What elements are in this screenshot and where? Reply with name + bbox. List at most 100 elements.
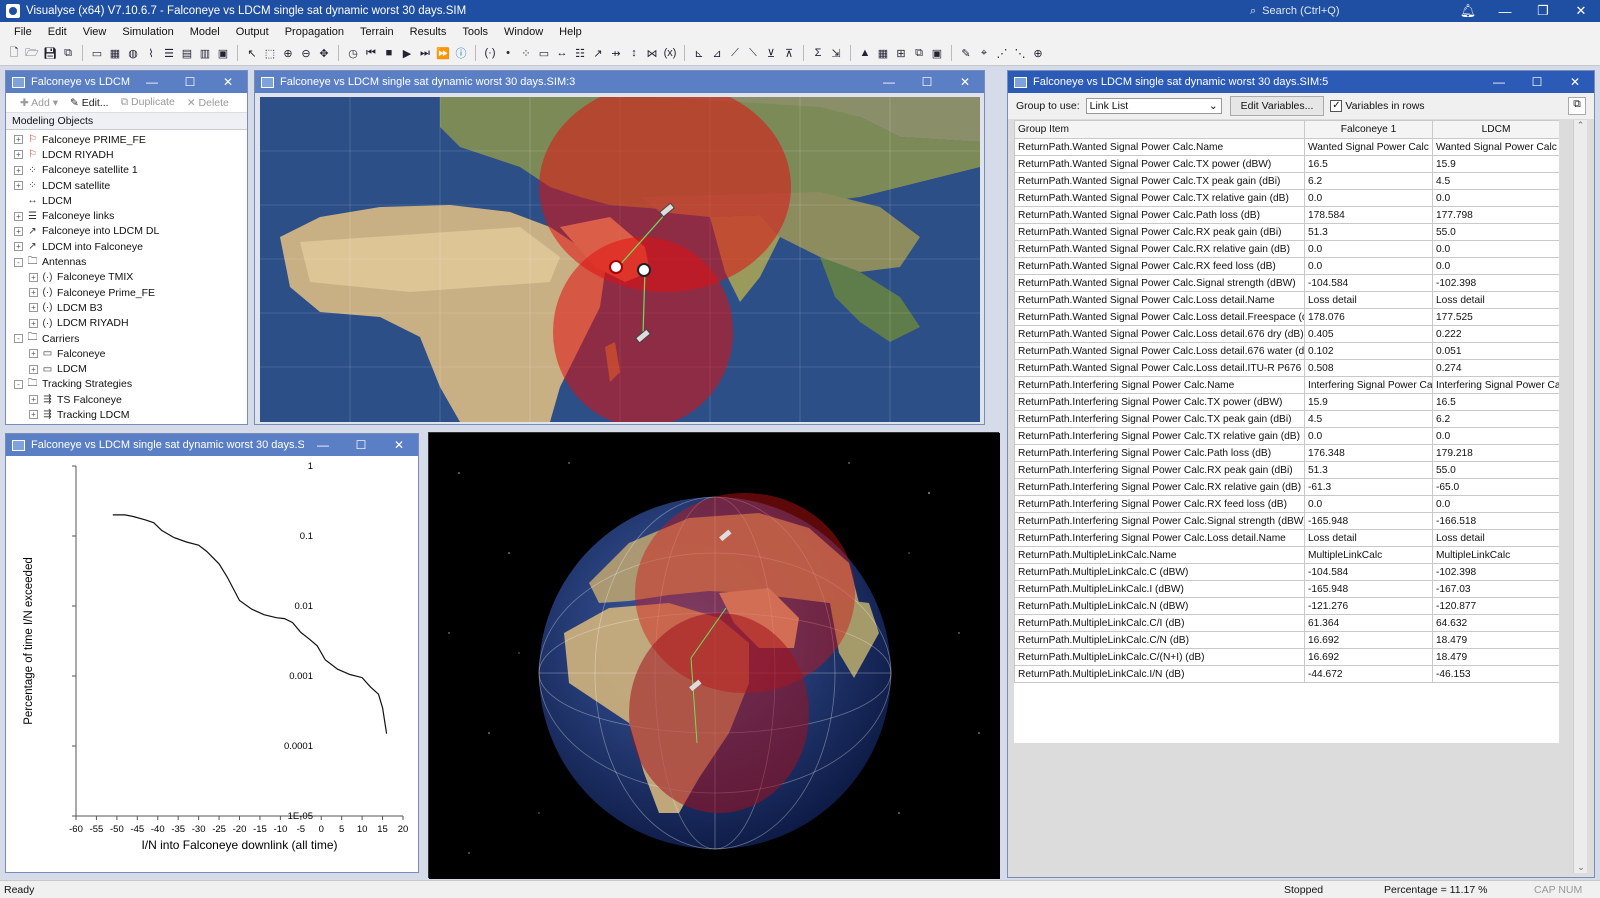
edit-button[interactable]: ✎ Edit... [70,97,109,109]
table-row[interactable]: ReturnPath.Wanted Signal Power Calc.Sign… [1014,274,1559,292]
save-icon[interactable]: 💾︎ [42,45,58,61]
table-row[interactable]: ReturnPath.Interfering Signal Power Calc… [1014,393,1559,411]
new-file-icon[interactable]: 🗋 [6,45,22,61]
tree-item[interactable]: + ⇶ TS Falconeye [6,392,247,407]
step-icon[interactable]: ⏭ [417,45,433,61]
table-row[interactable]: ReturnPath.Interfering Signal Power Calc… [1014,410,1559,428]
plot-tool-2-icon[interactable]: ⊿ [709,45,725,61]
plot-tool-1-icon[interactable]: ⊾ [691,45,707,61]
notification-bell-icon[interactable]: 🔔︎ [1450,3,1486,19]
expand-icon[interactable]: + [29,349,38,359]
table-row[interactable]: ReturnPath.MultipleLinkCalc.I (dBW) -165.… [1014,580,1559,598]
objects-window-titlebar[interactable]: Falconeye vs LDCM sin... — ☐ ✕ [6,71,247,93]
tree-item[interactable]: ↔ LDCM [6,193,247,208]
tree-item[interactable]: + (·) Falconeye TMIX [6,270,247,285]
play-icon[interactable]: ▶ [399,45,415,61]
link-tool-icon[interactable]: ↔ [554,45,570,61]
select-icon[interactable]: ⬚ [262,45,278,61]
expand-icon[interactable]: + [29,318,38,328]
tree-item[interactable]: - 🗀 Carriers [6,331,247,346]
close-button[interactable]: ✕ [1562,3,1600,19]
table-row[interactable]: ReturnPath.MultipleLinkCalc.C/(N+I) (dB)… [1014,648,1559,666]
clock-icon[interactable]: ◷ [345,45,361,61]
group-select[interactable]: Link List ⌄ [1085,98,1222,114]
close-icon[interactable]: ✕ [1556,75,1594,89]
column-header[interactable]: Falconeye 1 [1304,120,1433,139]
variable-tool-icon[interactable]: (x) [662,45,678,61]
vertical-scrollbar[interactable]: ⌃ ⌄ [1573,120,1587,873]
grid-icon[interactable]: ▦ [875,45,891,61]
tree-item[interactable]: + ▭ Falconeye [6,346,247,361]
maximize-icon[interactable]: ☐ [908,75,946,89]
window-icon[interactable]: ▭ [89,45,105,61]
menu-edit[interactable]: Edit [40,26,75,38]
menu-output[interactable]: Output [228,26,277,38]
table-row[interactable]: ReturnPath.MultipleLinkCalc.C (dBW) -104.… [1014,563,1559,581]
close-icon[interactable]: ✕ [209,75,247,89]
world-map[interactable] [260,97,980,422]
zoom-in-icon[interactable]: ⊕ [280,45,296,61]
table-row[interactable]: ReturnPath.Wanted Signal Power Calc.Loss… [1014,308,1559,326]
duplicate-button[interactable]: ⧉ Duplicate [121,96,175,109]
table-window-titlebar[interactable]: Falconeye vs LDCM single sat dynamic wor… [1008,71,1594,93]
path-tool-icon[interactable]: ⋈ [644,45,660,61]
tree-item[interactable]: + ⚐ LDCM RIYADH [6,147,247,162]
menu-tools[interactable]: Tools [454,26,496,38]
column-header[interactable]: LDCM [1432,120,1559,139]
watch-icon[interactable]: ▣ [215,45,231,61]
graph-view-icon[interactable]: ⌇ [143,45,159,61]
tool-c-icon[interactable]: ⋰ [994,45,1010,61]
table-row[interactable]: ReturnPath.Wanted Signal Power Calc.Path… [1014,206,1559,224]
tree-item[interactable]: - 🗀 Tracking Strategies [6,377,247,392]
window-tile-icon[interactable]: ⊞ [893,45,909,61]
links-tool-icon[interactable]: ☷ [572,45,588,61]
info-icon[interactable]: ⓘ [453,45,469,61]
window-cascade-icon[interactable]: ⧉ [911,45,927,61]
menu-model[interactable]: Model [182,26,228,38]
minimize-icon[interactable]: — [1480,75,1518,89]
table-row[interactable]: ReturnPath.Wanted Signal Power Calc.TX r… [1014,189,1559,207]
in-exceedance-chart[interactable]: -60 -55 -50 -45 -40 -35 -30 -25 -20 -15 -10 -5 0 5 10 1… [6,456,418,872]
table-row[interactable]: ReturnPath.Wanted Signal Power Calc.TX p… [1014,172,1559,190]
table-row[interactable]: ReturnPath.MultipleLinkCalc.C/N (dB) 16.6… [1014,631,1559,649]
expand-icon[interactable]: + [14,242,23,252]
tree-item[interactable]: + ⚐ Falconeye PRIME_FE [6,132,247,147]
zoom-out-icon[interactable]: ⊖ [298,45,314,61]
table-row[interactable]: ReturnPath.Interfering Signal Power Calc… [1014,444,1559,462]
tree-item[interactable]: - 🗀 Antennas [6,254,247,269]
table-row[interactable]: ReturnPath.Wanted Signal Power Calc.TX p… [1014,155,1559,173]
delete-button[interactable]: ✕ Delete [187,97,229,109]
globe-view[interactable] [429,433,1000,879]
collapse-icon[interactable]: - [14,257,23,267]
search-box[interactable]: ⌕ Search (Ctrl+Q) [1250,5,1450,18]
table-row[interactable]: ReturnPath.Wanted Signal Power Calc.Loss… [1014,325,1559,343]
table-row[interactable]: ReturnPath.Interfering Signal Power Calc… [1014,427,1559,445]
carrier-tool-icon[interactable]: ▭ [536,45,552,61]
tool-b-icon[interactable]: ⌖ [976,45,992,61]
table-view-icon[interactable]: ☰ [161,45,177,61]
expand-icon[interactable]: + [29,288,38,298]
stop-icon[interactable]: ■ [381,45,397,61]
tool-a-icon[interactable]: ✎ [958,45,974,61]
tree-item[interactable]: + ⁘ Falconeye satellite 1 [6,163,247,178]
table-row[interactable]: ReturnPath.Wanted Signal Power Calc.Loss… [1014,359,1559,377]
report-icon[interactable]: ▥ [197,45,213,61]
table-row[interactable]: ReturnPath.Interfering Signal Power Calc… [1014,376,1559,394]
terrain-icon[interactable]: ▲ [857,45,873,61]
restore-button[interactable]: ❐ [1524,3,1562,19]
maximize-icon[interactable]: ☐ [171,75,209,89]
satellite-tool-icon[interactable]: ⁘ [518,45,534,61]
plot-tool-5-icon[interactable]: ⊻ [763,45,779,61]
tree-item[interactable]: + ↗ Falconeye into LDCM DL [6,224,247,239]
rewind-icon[interactable]: ⏮ [363,45,379,61]
tree-item[interactable]: + (·) Falconeye Prime_FE [6,285,247,300]
expand-icon[interactable]: + [29,303,38,313]
tree-item[interactable]: + ☰ Falconeye links [6,208,247,223]
expand-icon[interactable]: + [29,410,38,420]
tool-e-icon[interactable]: ⊕ [1030,45,1046,61]
chart-window-titlebar[interactable]: Falconeye vs LDCM single sat dynamic wor… [6,434,418,456]
table-row[interactable]: ReturnPath.Wanted Signal Power Calc.Name… [1014,138,1559,156]
pointer-icon[interactable]: ↖ [244,45,260,61]
sum-icon[interactable]: Σ [810,45,826,61]
expand-icon[interactable]: + [14,226,23,236]
